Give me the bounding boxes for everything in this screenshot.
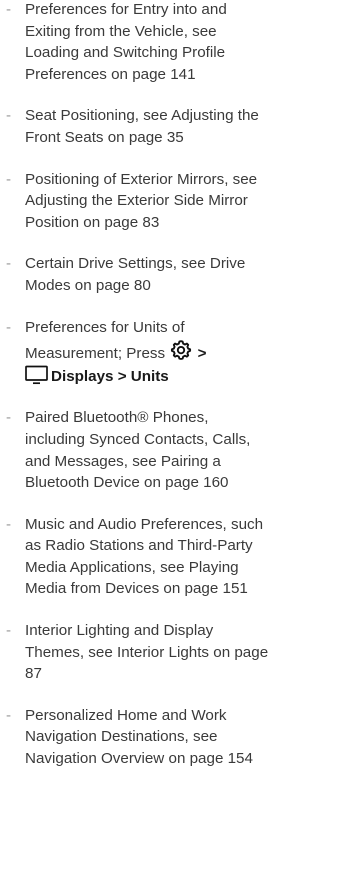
list-item-text: Music and Audio Preferences, such as Rad… <box>25 515 264 598</box>
units-line-2: Measurement; Press > <box>25 338 337 365</box>
list-item-text: Positioning of Exterior Mirrors, see Adj… <box>25 170 258 231</box>
list-item-text: Seat Positioning, see Adjusting the Fron… <box>25 107 259 146</box>
units-line-1: Preferences for Units of <box>25 318 185 336</box>
list-item-text: Personalized Home and Work Navigation De… <box>25 706 253 768</box>
list-dash: - <box>6 255 12 273</box>
list-item: - Interior Lighting and Display Themes, … <box>6 620 343 685</box>
list-dash: - <box>6 706 12 724</box>
list-item: - Music and Audio Preferences, such as R… <box>6 514 343 600</box>
list-item: - Certain Drive Settings, see Drive Mode… <box>6 253 343 296</box>
units-line-3: Displays > Units <box>25 365 337 388</box>
list-item: - Preferences for Entry into and Exiting… <box>6 0 343 85</box>
list-dash: - <box>6 170 12 188</box>
list-item-units: - Preferences for Units of Measurement; … <box>6 317 343 388</box>
list-dash: - <box>6 409 12 427</box>
list-dash: - <box>6 515 12 533</box>
list-item-text: Paired Bluetooth® Phones, including Sync… <box>25 409 251 492</box>
list-item-text: Certain Drive Settings, see Drive Modes … <box>25 255 246 294</box>
list-item-text: Preferences for Entry into and Exiting f… <box>25 1 227 83</box>
list-dash: - <box>6 107 12 125</box>
display-icon <box>25 365 48 384</box>
preferences-list: - Preferences for Entry into and Exiting… <box>0 0 343 770</box>
list-dash: - <box>6 1 12 18</box>
list-item-text: Interior Lighting and Display Themes, se… <box>25 622 269 683</box>
arrow-separator: > <box>197 345 207 363</box>
displays-units-path: Displays > Units <box>51 367 169 385</box>
units-line-2-text: Measurement; Press <box>25 345 166 363</box>
list-dash: - <box>6 318 12 336</box>
list-dash: - <box>6 622 12 640</box>
list-item: - Paired Bluetooth® Phones, including Sy… <box>6 407 343 493</box>
gear-icon <box>171 340 192 360</box>
list-item: - Personalized Home and Work Navigation … <box>6 705 343 770</box>
list-item: - Positioning of Exterior Mirrors, see A… <box>6 169 343 234</box>
list-item: - Seat Positioning, see Adjusting the Fr… <box>6 105 343 148</box>
